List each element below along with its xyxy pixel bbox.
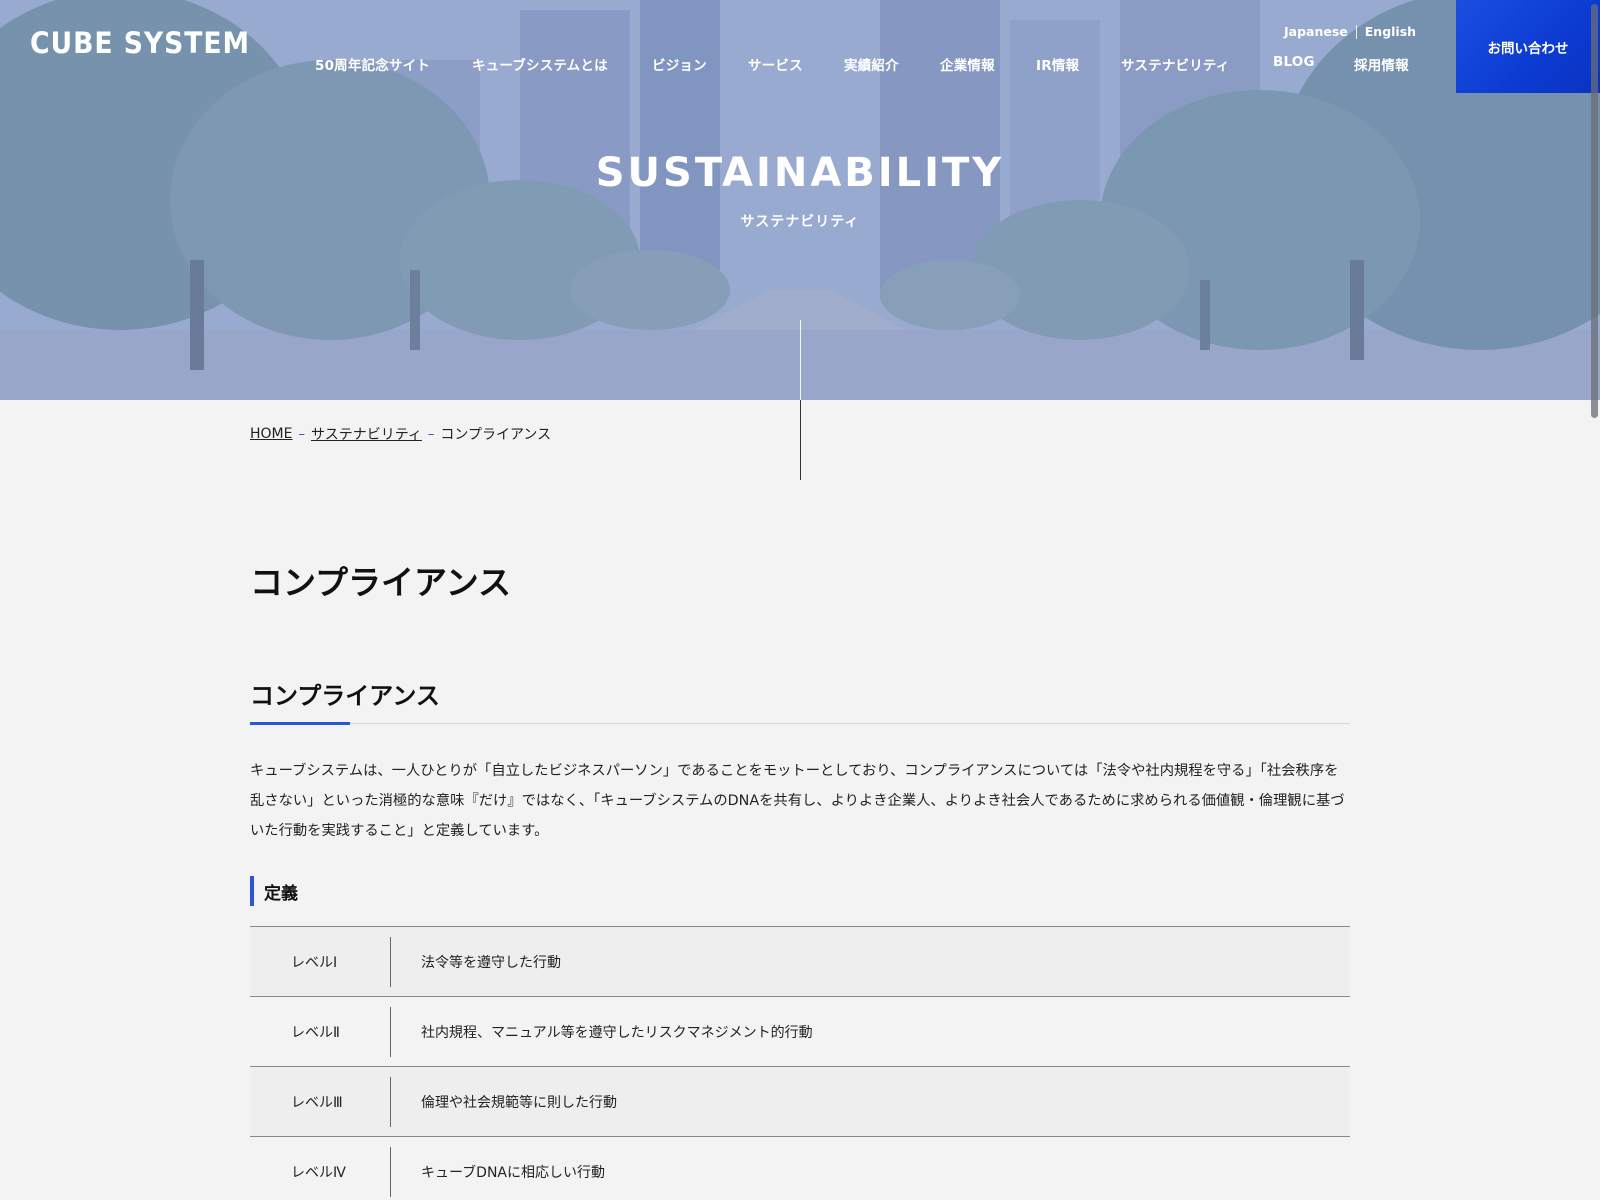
level-description: キューブDNAに相応しい行動 — [421, 1164, 605, 1181]
level-label: レベルⅡ — [291, 1024, 340, 1041]
nav-item-recruit[interactable]: 採用情報 — [1354, 54, 1409, 74]
table-row: レベルⅡ 社内規程、マニュアル等を遵守したリスクマネジメント的行動 — [250, 997, 1350, 1067]
breadcrumb-current: コンプライアンス — [440, 427, 552, 443]
language-switcher: Japanese English — [1284, 24, 1416, 39]
breadcrumb-separator: – — [427, 426, 435, 442]
table-row: レベルⅣ キューブDNAに相応しい行動 — [250, 1137, 1350, 1200]
level-description: 法令等を遵守した行動 — [421, 954, 561, 971]
table-row: レベルⅢ 倫理や社会規範等に則した行動 — [250, 1067, 1350, 1137]
breadcrumb: HOME – サステナビリティ – コンプライアンス — [250, 424, 551, 444]
nav-item-sustainability[interactable]: サステナビリティ — [1121, 54, 1230, 74]
lang-japanese-link[interactable]: Japanese — [1284, 24, 1348, 39]
nav-item-services[interactable]: サービス — [748, 54, 803, 74]
level-label: レベルⅢ — [291, 1094, 343, 1111]
scroll-indicator-line — [800, 400, 801, 480]
breadcrumb-parent-link[interactable]: サステナビリティ — [311, 424, 422, 444]
hero-subtitle: サステナビリティ — [740, 214, 860, 230]
nav-item-about[interactable]: キューブシステムとは — [472, 54, 608, 74]
definition-heading-bar — [250, 876, 254, 906]
contact-button[interactable]: お問い合わせ — [1456, 0, 1600, 93]
global-nav: 50周年記念サイト キューブシステムとは ビジョン サービス 実績紹介 企業情報… — [0, 54, 1420, 74]
lang-english-link[interactable]: English — [1365, 24, 1416, 39]
nav-item-blog[interactable]: BLOG — [1273, 54, 1315, 70]
level-description: 社内規程、マニュアル等を遵守したリスクマネジメント的行動 — [421, 1024, 813, 1041]
nav-item-works[interactable]: 実績紹介 — [844, 54, 899, 74]
level-label: レベルⅣ — [291, 1164, 346, 1181]
lang-separator — [1355, 24, 1357, 39]
definition-title: 定義 — [264, 883, 298, 904]
section-title-underline — [250, 722, 350, 725]
section-heading: コンプライアンス — [250, 676, 1350, 725]
level-label: レベルⅠ — [291, 954, 338, 971]
section-title: コンプライアンス — [250, 682, 440, 710]
level-description: 倫理や社会規範等に則した行動 — [421, 1094, 617, 1111]
nav-item-50th-anniversary[interactable]: 50周年記念サイト — [315, 54, 430, 74]
compliance-description: キューブシステムは、一人ひとりが「自立したビジネスパーソン」であることをモットー… — [250, 763, 1345, 839]
nav-item-ir[interactable]: IR情報 — [1036, 54, 1079, 74]
definition-table: レベルⅠ 法令等を遵守した行動 レベルⅡ 社内規程、マニュアル等を遵守したリスク… — [250, 926, 1350, 1200]
definition-heading: 定義 — [250, 876, 298, 906]
nav-item-vision[interactable]: ビジョン — [652, 54, 707, 74]
hero-banner: CUBE SYSTEM Japanese English 50周年記念サイト キ… — [0, 0, 1600, 400]
nav-item-company[interactable]: 企業情報 — [940, 54, 995, 74]
hero-title: SUSTAINABILITY — [595, 150, 1005, 196]
page-title: コンプライアンス — [250, 563, 512, 602]
breadcrumb-separator: – — [298, 426, 305, 442]
page-scrollbar[interactable] — [1591, 4, 1598, 418]
table-row: レベルⅠ 法令等を遵守した行動 — [250, 927, 1350, 997]
hero-divider-line — [800, 320, 801, 400]
breadcrumb-home-link[interactable]: HOME — [250, 426, 292, 442]
